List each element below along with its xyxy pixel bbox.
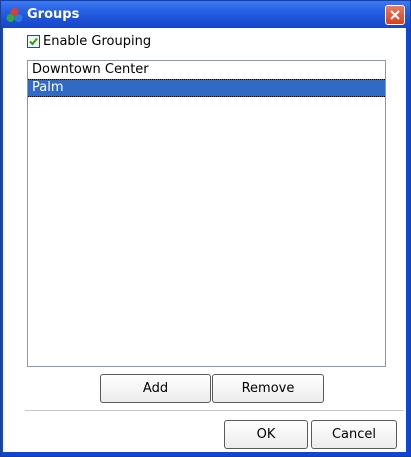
groups-app-icon [6, 8, 23, 22]
cancel-button[interactable]: Cancel [311, 420, 397, 449]
enable-grouping-row[interactable]: Enable Grouping [27, 33, 151, 49]
enable-grouping-checkbox[interactable] [27, 34, 40, 48]
list-item-selected[interactable]: Palm [28, 79, 385, 97]
remove-button[interactable]: Remove [212, 374, 324, 403]
list-item[interactable]: Downtown Center [28, 61, 385, 79]
close-icon [390, 10, 400, 20]
separator [25, 410, 404, 411]
close-button[interactable] [385, 5, 405, 25]
groups-listbox[interactable]: Downtown Center Palm [27, 60, 386, 367]
add-button[interactable]: Add [100, 374, 211, 403]
enable-grouping-label: Enable Grouping [43, 33, 152, 49]
ok-button[interactable]: OK [224, 420, 308, 449]
title-bar[interactable]: Groups [1, 1, 410, 29]
window-title: Groups [27, 7, 80, 22]
checkmark-icon [29, 37, 38, 45]
